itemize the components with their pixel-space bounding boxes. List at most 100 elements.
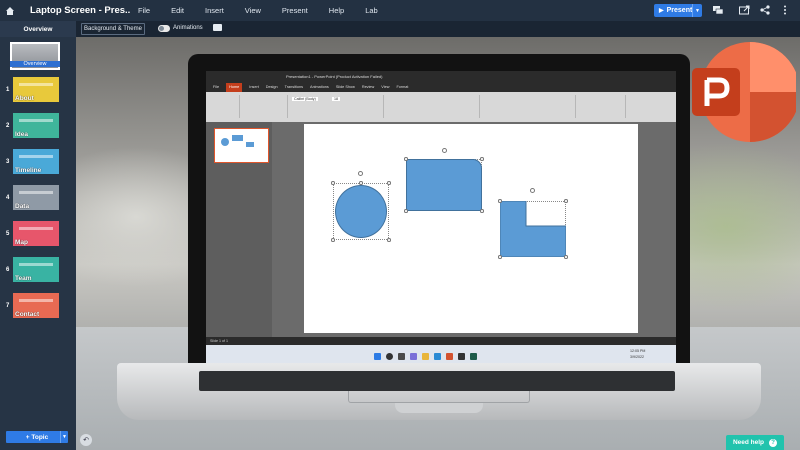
search-icon[interactable] (386, 353, 393, 360)
ribbon-group-drawing (480, 95, 576, 118)
resize-handle[interactable] (564, 199, 568, 203)
share-icon[interactable] (759, 4, 771, 16)
font-size-field[interactable]: 18 (332, 97, 340, 101)
resize-handle[interactable] (331, 238, 335, 242)
circle-shape[interactable] (335, 185, 387, 238)
resize-handle[interactable] (404, 209, 408, 213)
comment-icon[interactable] (213, 24, 222, 31)
menu-lab[interactable]: Lab (365, 6, 378, 15)
font-name-field[interactable]: Calibri (Body) (292, 97, 318, 101)
ribbon-tab[interactable]: Design (266, 83, 278, 92)
menu-insert[interactable]: Insert (205, 6, 224, 15)
ribbon-tab-home[interactable]: Home (226, 83, 243, 92)
ribbon-tab[interactable]: Slide Show (336, 83, 355, 92)
rotate-handle[interactable] (442, 148, 447, 153)
sidebar-item-map[interactable]: 5 Map (0, 221, 76, 251)
export-icon[interactable] (738, 4, 750, 16)
task-view-icon[interactable] (398, 353, 405, 360)
slide-label: Idea (15, 131, 29, 138)
sidebar-item-team[interactable]: 6 Team (0, 257, 76, 287)
laptop-keyboard (199, 371, 675, 391)
resize-handle[interactable] (498, 255, 502, 259)
ribbon-tab[interactable]: Animations (310, 83, 329, 92)
resize-handle[interactable] (480, 157, 484, 161)
sidebar-item-contact[interactable]: 7 Contact (0, 293, 76, 323)
chevron-down-icon[interactable]: ▼ (60, 431, 68, 443)
sidebar-item-about[interactable]: 1 About (0, 77, 76, 107)
resize-handle[interactable] (480, 209, 484, 213)
menu-file[interactable]: File (138, 6, 150, 15)
animations-toggle[interactable] (158, 25, 170, 32)
laptop-notch (395, 403, 483, 413)
add-topic-button[interactable]: + Topic ▼ (6, 431, 68, 443)
rotate-handle[interactable] (530, 188, 535, 193)
resize-handle[interactable] (331, 181, 335, 185)
undo-icon[interactable]: ↶ (80, 434, 92, 446)
slide-number: 3 (6, 159, 10, 165)
ribbon-tabs: File Home Insert Design Transitions Anim… (206, 83, 676, 92)
slide-number: 7 (6, 303, 10, 309)
clock-time: 12:05 PM (630, 349, 646, 353)
menu-view[interactable]: View (245, 6, 261, 15)
file-explorer-icon[interactable] (422, 353, 429, 360)
resize-handle[interactable] (498, 199, 502, 203)
ribbon-tab[interactable]: Insert (249, 83, 259, 92)
background-theme-button[interactable]: Background & Theme (81, 23, 145, 35)
powerpoint-taskbar-icon[interactable] (446, 353, 453, 360)
widgets-icon[interactable] (410, 353, 417, 360)
l-shape[interactable] (500, 201, 566, 257)
animations-label: Animations (173, 25, 203, 31)
resize-handle[interactable] (359, 181, 363, 185)
menu-present[interactable]: Present (282, 6, 308, 15)
ribbon-group-paragraph (384, 95, 480, 118)
rounded-rectangle-shape[interactable] (406, 159, 482, 211)
sidebar-item-timeline[interactable]: 3 Timeline (0, 149, 76, 179)
need-help-label: Need help (732, 439, 765, 446)
sidebar-item-idea[interactable]: 2 Idea (0, 113, 76, 143)
chevron-down-icon[interactable]: ▼ (692, 4, 702, 17)
slide-number: 6 (6, 267, 10, 273)
need-help-button[interactable]: Need help ? (726, 435, 784, 450)
ribbon-tab[interactable]: View (381, 83, 389, 92)
app-icon[interactable] (470, 353, 477, 360)
ribbon-group-clipboard (206, 95, 240, 118)
laptop-screen: Presentation1 - PowerPoint (Product Acti… (206, 71, 676, 367)
more-options-icon[interactable] (779, 4, 791, 16)
sidebar-item-data[interactable]: 4 Data (0, 185, 76, 215)
ribbon-group-slides (240, 95, 288, 118)
ribbon-tab[interactable]: Review (362, 83, 374, 92)
ribbon-tab[interactable]: Format (396, 83, 408, 92)
rotate-handle[interactable] (358, 171, 363, 176)
home-icon[interactable] (0, 0, 20, 21)
resize-handle[interactable] (387, 181, 391, 185)
ribbon-tab[interactable]: Transitions (285, 83, 303, 92)
menu-edit[interactable]: Edit (171, 6, 184, 15)
slide-label: Data (15, 203, 30, 210)
present-button[interactable]: ▶ Present ▼ (654, 4, 702, 17)
slide-number: 4 (6, 195, 10, 201)
presentation-title[interactable]: Laptop Screen - Pres... (30, 5, 130, 16)
slide-count: Slide 1 of 1 (210, 338, 228, 343)
help-circle-icon: ? (769, 438, 778, 447)
resize-handle[interactable] (387, 238, 391, 242)
window-title: Presentation1 - PowerPoint (Product Acti… (286, 74, 383, 79)
slide-label: Contact (15, 311, 40, 318)
sidebar: Overview 1 About 2 Idea 3 Timeline 4 Dat… (0, 37, 76, 450)
resize-handle[interactable] (564, 255, 568, 259)
slide-thumbnails-pane (206, 122, 272, 337)
slide-editor[interactable] (304, 124, 638, 333)
slide-label: Timeline (15, 167, 42, 174)
powerpoint-logo-icon (692, 42, 796, 142)
slide-label: About (15, 95, 34, 102)
slide-1-thumbnail[interactable] (214, 128, 269, 163)
canvas-scene: Presentation1 - PowerPoint (Product Acti… (76, 37, 800, 450)
app-icon[interactable] (458, 353, 465, 360)
edge-icon[interactable] (434, 353, 441, 360)
slide-number: 2 (6, 123, 10, 129)
tab-overview[interactable]: Overview (0, 21, 76, 37)
menu-help[interactable]: Help (329, 6, 344, 15)
ribbon-tab[interactable]: File (213, 83, 219, 92)
resize-handle[interactable] (404, 157, 408, 161)
comments-icon[interactable] (712, 4, 724, 16)
windows-start-icon[interactable] (374, 353, 381, 360)
